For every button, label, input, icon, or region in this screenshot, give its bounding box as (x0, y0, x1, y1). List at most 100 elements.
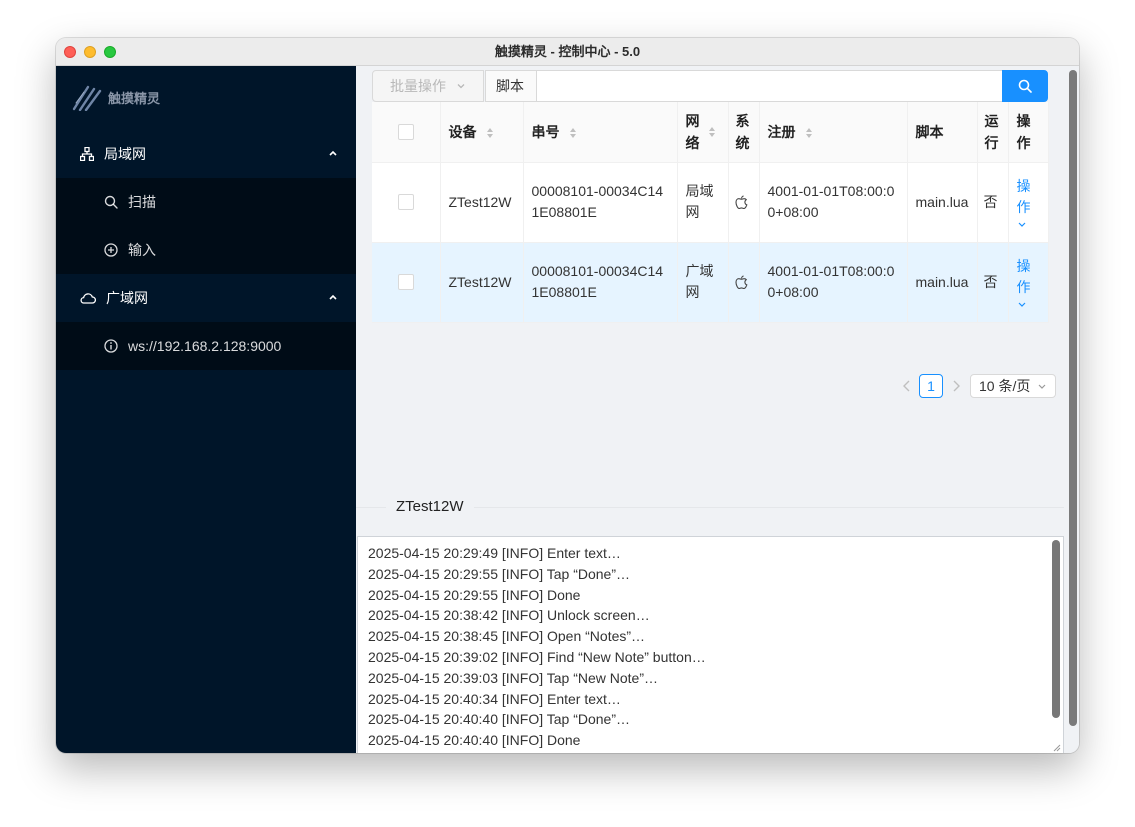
sort-icon (708, 126, 715, 137)
select-all-cell (372, 102, 441, 163)
chevron-down-icon (1038, 384, 1046, 389)
plus-circle-icon (104, 243, 118, 257)
action-cell: 操作 (1008, 242, 1049, 323)
column-header-serial[interactable]: 串号 (523, 102, 678, 163)
log-tabs: ZTest12W (356, 496, 1064, 518)
action-dropdown[interactable]: 操作 (1017, 256, 1040, 309)
chevron-up-icon (329, 294, 337, 300)
search-field-value: 脚本 (496, 78, 524, 94)
app-logo: 触摸精灵 (72, 82, 160, 112)
row-select-cell (372, 162, 441, 243)
menu-group-lan[interactable]: 局域网 (56, 130, 356, 178)
action-dropdown[interactable]: 操作 (1017, 176, 1040, 229)
menu-group-label: 局域网 (104, 146, 146, 162)
chevron-up-icon (329, 150, 337, 156)
log-line: 2025-04-15 20:29:55 [INFO] Done (368, 586, 581, 603)
log-line: 2025-04-15 20:40:40 [INFO] Done (368, 732, 581, 749)
registered-cell: 4001-01-01T08:00:00+08:00 (759, 242, 908, 323)
table-row[interactable]: ZTest12W 00008101-00034C141E08801E 广域网 4… (372, 242, 1049, 323)
info-circle-icon (104, 339, 118, 353)
column-header-registered[interactable]: 注册 (759, 102, 908, 163)
maximize-window-button[interactable] (104, 46, 116, 58)
main-scrollbar[interactable] (1069, 70, 1077, 726)
log-line: 2025-04-15 20:39:02 [INFO] Find “New Not… (368, 648, 706, 665)
table-row[interactable]: ZTest12W 00008101-00034C141E08801E 局域网 4… (372, 162, 1049, 243)
system-cell (728, 162, 760, 243)
tab-device-log[interactable]: ZTest12W (386, 496, 474, 518)
table-header-row: 设备 串号 网络 系统 注册 脚本 运行 操作 (372, 102, 1049, 163)
column-header-network[interactable]: 网络 (677, 102, 729, 163)
network-icon (80, 147, 94, 161)
search-field-select[interactable]: 脚本 (485, 70, 537, 102)
batch-operation-dropdown[interactable]: 批量操作 (372, 70, 484, 102)
column-header-running: 运行 (977, 102, 1009, 163)
log-line: 2025-04-15 20:40:40 [INFO] Tap “Done”… (368, 711, 631, 728)
sort-icon (487, 128, 494, 139)
logo-text: 触摸精灵 (108, 90, 161, 106)
search-icon (104, 195, 118, 209)
apple-icon (734, 275, 747, 289)
prev-page-icon[interactable] (902, 380, 912, 392)
device-cell: ZTest12W (440, 162, 524, 243)
column-header-system: 系统 (728, 102, 760, 163)
chevron-down-icon (1018, 302, 1025, 307)
page-size-value: 10 条/页 (979, 378, 1031, 394)
device-table: 设备 串号 网络 系统 注册 脚本 运行 操作 ZTest12W 0000810… (372, 102, 1056, 398)
running-cell: 否 (977, 162, 1009, 243)
log-scrollbar[interactable] (1052, 540, 1060, 718)
column-header-device[interactable]: 设备 (440, 102, 524, 163)
search-icon (1018, 79, 1032, 93)
sidebar-item-scan[interactable]: 扫描 (56, 178, 356, 226)
main-content: 批量操作 脚本 设备 串号 网络 系统 注册 脚本 运行 操作 ZTest12W… (356, 66, 1079, 753)
log-textarea[interactable]: 2025-04-15 20:29:49 [INFO] Enter text… 2… (357, 536, 1064, 753)
sort-icon (806, 128, 813, 139)
sidebar-item-ws-server[interactable]: ws://192.168.2.128:9000 (56, 322, 356, 370)
page-size-select[interactable]: 10 条/页 (970, 374, 1056, 398)
column-header-script: 脚本 (907, 102, 978, 163)
search-input[interactable] (536, 70, 1003, 102)
serial-cell: 00008101-00034C141E08801E (523, 242, 678, 323)
resize-grip-icon[interactable] (1051, 742, 1061, 752)
log-line: 2025-04-15 20:29:49 [INFO] Enter text… (368, 545, 621, 561)
system-cell (728, 242, 760, 323)
script-cell: main.lua (907, 162, 978, 243)
claw-logo-icon (72, 85, 102, 111)
sidebar-item-label: ws://192.168.2.128:9000 (128, 338, 282, 354)
sidebar-item-label: 输入 (128, 242, 156, 258)
menu-group-wan[interactable]: 广域网 (56, 274, 356, 322)
network-cell: 广域网 (677, 242, 729, 323)
registered-cell: 4001-01-01T08:00:00+08:00 (759, 162, 908, 243)
pagination: 1 10 条/页 (372, 374, 1056, 398)
network-cell: 局域网 (677, 162, 729, 243)
select-all-checkbox[interactable] (397, 123, 414, 140)
column-header-action: 操作 (1008, 102, 1049, 163)
search-button[interactable] (1002, 70, 1048, 102)
batch-operation-label: 批量操作 (390, 78, 446, 94)
menu-group-label: 广域网 (106, 290, 148, 306)
submenu-wan: ws://192.168.2.128:9000 (56, 322, 356, 370)
submenu-lan: 扫描 输入 (56, 178, 356, 274)
log-line: 2025-04-15 20:38:42 [INFO] Unlock screen… (368, 607, 650, 624)
row-select-cell (372, 242, 441, 323)
sidebar-item-label: 扫描 (128, 194, 156, 210)
close-window-button[interactable] (64, 46, 76, 58)
next-page-icon[interactable] (951, 380, 961, 392)
action-cell: 操作 (1008, 162, 1049, 243)
log-line: 2025-04-15 20:40:34 [INFO] Enter text… (368, 690, 621, 707)
chevron-down-icon (1018, 222, 1025, 227)
running-cell: 否 (977, 242, 1009, 323)
minimize-window-button[interactable] (84, 46, 96, 58)
toolbar: 批量操作 脚本 (372, 70, 1048, 102)
cloud-icon (80, 293, 96, 304)
serial-cell: 00008101-00034C141E08801E (523, 162, 678, 243)
log-line: 2025-04-15 20:39:03 [INFO] Tap “New Note… (368, 669, 659, 686)
window-title: 触摸精灵 - 控制中心 - 5.0 (494, 44, 641, 59)
chevron-down-icon (457, 84, 465, 89)
page-1-button[interactable]: 1 (919, 374, 943, 398)
apple-icon (734, 195, 747, 209)
row-checkbox[interactable] (397, 194, 414, 210)
row-checkbox[interactable] (397, 274, 414, 290)
sort-icon (570, 128, 577, 139)
app-window: 触摸精灵 - 控制中心 - 5.0 触摸精灵 局域网 扫描 输入 广域网 ws:… (56, 38, 1079, 753)
sidebar-item-input[interactable]: 输入 (56, 226, 356, 274)
